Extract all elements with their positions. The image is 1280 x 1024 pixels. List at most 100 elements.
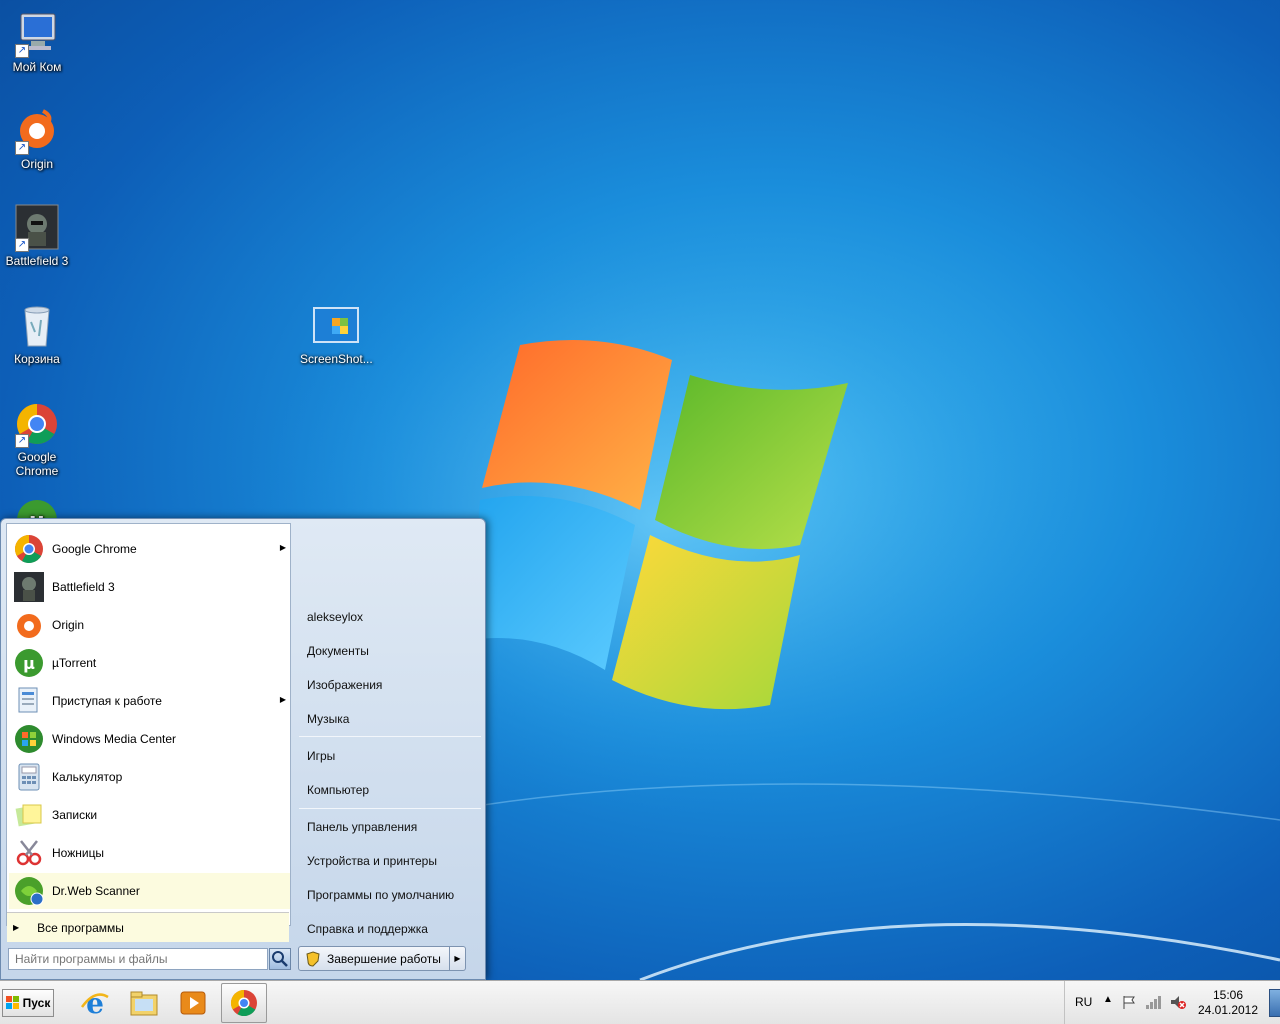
right-arrow-icon: ▶ <box>13 923 20 932</box>
start-menu-programs-pane: Google Chrome ▶ Battlefield 3 Origin µ µ… <box>6 523 291 926</box>
program-item-battlefield[interactable]: Battlefield 3 <box>9 569 290 605</box>
program-label: Приступая к работе <box>52 694 162 708</box>
program-label: Windows Media Center <box>52 732 177 746</box>
desktop-icon-battlefield[interactable]: ↗ Battlefield 3 <box>1 204 73 268</box>
desktop-icon-label: Мой Ком <box>12 60 62 74</box>
start-label: Пуск <box>22 996 51 1010</box>
clock-time: 15:06 <box>1212 988 1244 1002</box>
system-tray: RU ▲ 15:06 24.01.2012 <box>1064 981 1280 1024</box>
battlefield-icon: ↗ <box>13 204 61 252</box>
program-item-calculator[interactable]: Калькулятор <box>9 759 290 795</box>
shutdown-options-arrow[interactable]: ▶ <box>450 946 466 971</box>
chrome-icon <box>15 535 43 563</box>
all-programs-button[interactable]: ▶ Все программы <box>7 912 289 942</box>
clock-date: 24.01.2012 <box>1197 1003 1259 1017</box>
volume-muted-icon[interactable] <box>1169 994 1187 1010</box>
place-control-panel[interactable]: Панель управления <box>307 815 477 839</box>
program-item-origin[interactable]: Origin <box>9 607 290 643</box>
program-label: Dr.Web Scanner <box>52 884 140 898</box>
place-user-folder[interactable]: alekseylox <box>307 605 477 629</box>
signal-strength-icon[interactable] <box>1145 994 1163 1010</box>
shortcut-arrow-icon: ↗ <box>15 434 29 448</box>
sticky-notes-icon <box>15 804 42 827</box>
shield-icon <box>306 950 320 967</box>
shutdown-label: Завершение работы <box>327 951 441 966</box>
action-center-flag-icon[interactable] <box>1121 994 1137 1010</box>
desktop-icon-my-computer[interactable]: ↗ Мой Ком <box>1 10 73 74</box>
place-devices-printers[interactable]: Устройства и принтеры <box>307 849 477 873</box>
show-hidden-icons-chevron-icon[interactable]: ▲ <box>1103 994 1113 1005</box>
desktop-icon-label: Origin <box>20 157 53 171</box>
taskbar-internet-explorer[interactable]: e <box>72 983 118 1023</box>
desktop-icon-label: Google Chrome <box>15 450 59 478</box>
origin-icon: ↗ <box>13 107 61 155</box>
desktop-icon-screenshot[interactable]: ScreenShot... <box>300 302 373 366</box>
language-indicator[interactable]: RU <box>1075 995 1092 1009</box>
program-label: Записки <box>52 808 98 822</box>
clock[interactable]: 15:06 24.01.2012 <box>1195 988 1261 1018</box>
svg-text:µ: µ <box>23 654 35 673</box>
program-label: Ножницы <box>52 846 105 860</box>
scissors-icon <box>16 840 42 866</box>
all-programs-label: Все программы <box>37 920 124 935</box>
place-help-support[interactable]: Справка и поддержка <box>307 917 477 941</box>
place-music[interactable]: Музыка <box>307 707 477 731</box>
taskbar-chrome[interactable] <box>221 983 267 1023</box>
taskbar-media-player[interactable] <box>170 983 216 1023</box>
place-computer[interactable]: Компьютер <box>307 778 477 802</box>
getting-started-icon <box>18 687 38 713</box>
shutdown-button[interactable]: Завершение работы <box>298 946 450 971</box>
start-menu-places-pane: alekseylox Документы Изображения Музыка … <box>295 523 483 943</box>
shortcut-arrow-icon: ↗ <box>15 238 29 252</box>
program-item-windows-media-center[interactable]: Windows Media Center <box>9 721 290 757</box>
program-label: Origin <box>52 618 85 632</box>
desktop-icon-label: Корзина <box>14 352 60 366</box>
place-default-programs[interactable]: Программы по умолчанию <box>307 883 477 907</box>
image-file-icon <box>312 302 360 350</box>
program-label: Battlefield 3 <box>52 580 115 594</box>
program-item-sticky-notes[interactable]: Записки <box>9 797 290 833</box>
chrome-icon <box>230 989 257 1017</box>
program-item-getting-started[interactable]: Приступая к работе ▶ <box>9 683 290 719</box>
shortcut-arrow-icon: ↗ <box>15 44 29 58</box>
program-label: Google Chrome <box>52 542 137 556</box>
windows-logo-icon <box>5 996 19 1009</box>
calculator-icon <box>18 763 40 791</box>
separator <box>299 808 481 809</box>
svg-text:e: e <box>86 987 104 1019</box>
program-label: µTorrent <box>52 656 97 670</box>
place-pictures[interactable]: Изображения <box>307 673 477 697</box>
chrome-icon: ↗ <box>13 400 61 448</box>
program-item-utorrent[interactable]: µ µTorrent <box>9 645 290 681</box>
search-icon <box>272 951 288 967</box>
program-item-google-chrome[interactable]: Google Chrome ▶ <box>9 531 290 567</box>
explorer-folder-icon <box>130 991 158 1016</box>
search-button[interactable] <box>269 948 291 970</box>
desktop-icon-google-chrome[interactable]: ↗ Google Chrome <box>1 400 73 478</box>
shortcut-arrow-icon: ↗ <box>15 141 29 155</box>
start-search-input[interactable] <box>8 948 268 970</box>
desktop-icon-origin[interactable]: ↗ Origin <box>1 107 73 171</box>
media-center-icon <box>15 725 43 753</box>
battlefield-icon <box>14 572 44 602</box>
start-button[interactable]: Пуск <box>2 989 54 1017</box>
show-desktop-button[interactable] <box>1269 989 1280 1017</box>
separator <box>299 736 481 737</box>
desktop-icon-label: ScreenShot... <box>300 352 373 366</box>
media-player-icon <box>180 991 206 1015</box>
drweb-icon <box>15 877 44 906</box>
desktop-icon-recycle-bin[interactable]: Корзина <box>1 302 73 366</box>
taskbar-explorer[interactable] <box>121 983 167 1023</box>
place-games[interactable]: Игры <box>307 744 477 768</box>
taskbar: Пуск e RU ▲ 15:06 24.01.2012 <box>0 980 1280 1024</box>
program-label: Калькулятор <box>52 770 123 784</box>
internet-explorer-icon: e <box>80 987 109 1019</box>
place-documents[interactable]: Документы <box>307 639 477 663</box>
program-item-snipping-tool[interactable]: Ножницы <box>9 835 290 871</box>
origin-icon <box>17 614 41 638</box>
start-menu: Google Chrome ▶ Battlefield 3 Origin µ µ… <box>0 518 486 980</box>
program-item-drweb-scanner[interactable]: Dr.Web Scanner <box>9 873 290 909</box>
submenu-arrow-icon: ▶ <box>279 695 286 704</box>
recycle-bin-icon <box>13 302 61 350</box>
utorrent-icon: µ <box>15 649 43 677</box>
